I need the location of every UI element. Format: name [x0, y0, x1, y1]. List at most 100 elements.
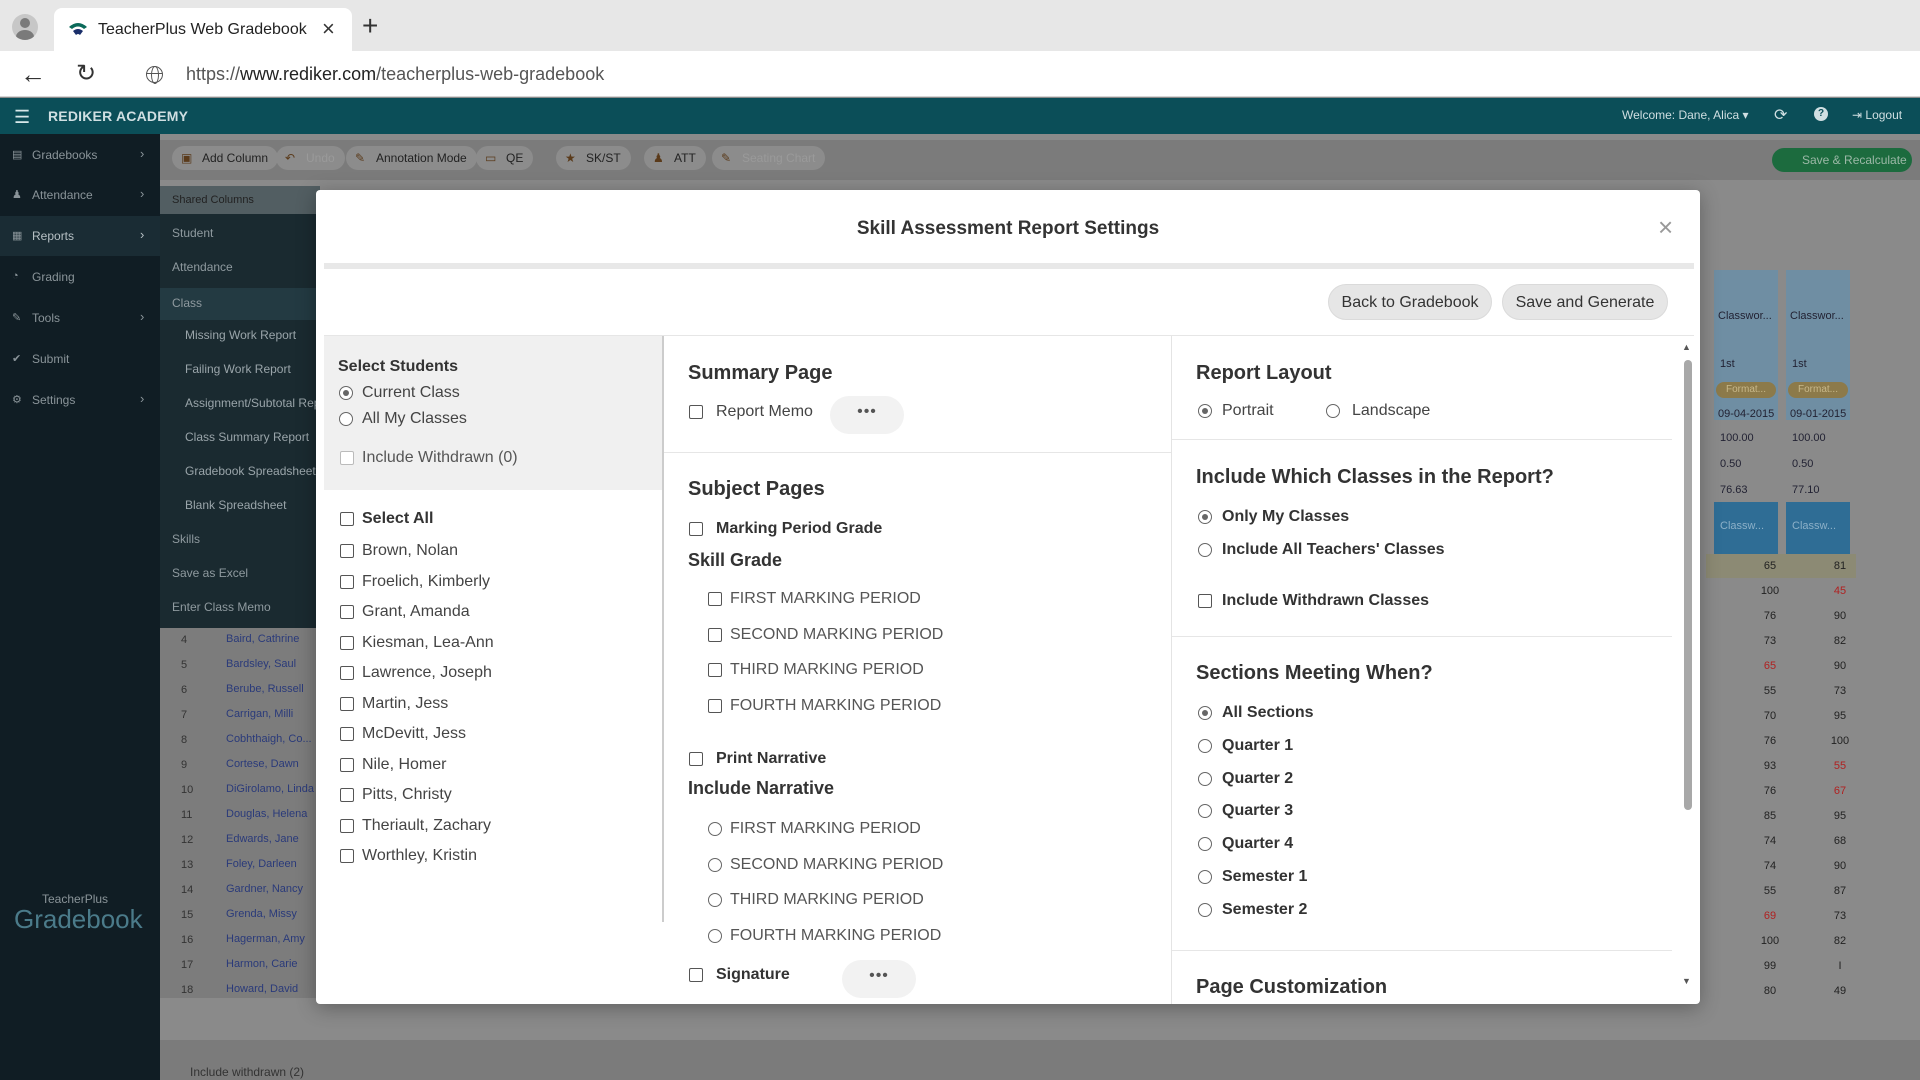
annotation-mode-button[interactable]: ✎ Annotation Mode — [346, 146, 477, 170]
student-checkbox[interactable] — [340, 849, 354, 863]
skill-period-checkbox[interactable] — [708, 592, 722, 606]
only-my-classes-radio[interactable] — [1198, 510, 1212, 524]
url-field[interactable]: https://www.rediker.com/teacherplus-web-… — [124, 56, 1914, 92]
grade-cell[interactable]: 76 — [1740, 610, 1800, 622]
report-blank-spreadsheet[interactable]: Blank Spreadsheet — [160, 498, 320, 512]
student-name-link[interactable]: Gardner, Nancy — [226, 883, 303, 895]
student-name-link[interactable]: Foley, Darleen — [226, 858, 297, 870]
grade-cell[interactable]: 87 — [1810, 885, 1870, 897]
student-name-link[interactable]: Grenda, Missy — [226, 908, 297, 920]
help-icon[interactable]: ? — [1814, 107, 1828, 121]
table-row[interactable]: 18 Howard, David — [176, 977, 320, 1002]
select-all-checkbox[interactable] — [340, 512, 354, 526]
scroll-down-arrow-icon[interactable]: ▼ — [1682, 976, 1691, 986]
student-checkbox[interactable] — [340, 788, 354, 802]
grade-cell[interactable]: 100 — [1740, 585, 1800, 597]
student-name-link[interactable]: DiGirolamo, Linda — [226, 783, 314, 795]
skill-period-checkbox[interactable] — [708, 698, 722, 713]
back-arrow-icon[interactable]: ← — [20, 59, 46, 90]
sidebar-item-gradebooks[interactable]: ▤ Gradebooks › — [0, 135, 160, 175]
grade-cell[interactable]: 76 — [1740, 785, 1800, 797]
section-radio[interactable] — [1198, 804, 1212, 819]
grade-cell[interactable]: 45 — [1810, 585, 1870, 597]
grade-cell[interactable]: 73 — [1740, 635, 1800, 647]
hamburger-menu-icon[interactable]: ☰ — [14, 107, 30, 128]
report-class-summary[interactable]: Class Summary Report — [160, 430, 320, 444]
att-button[interactable]: ♟ ATT — [644, 146, 706, 170]
refresh-icon[interactable]: ⟳ — [1774, 105, 1787, 125]
narrative-period-radio[interactable] — [708, 822, 722, 836]
student-name-link[interactable]: Edwards, Jane — [226, 833, 299, 845]
report-skills[interactable]: Skills — [160, 532, 320, 546]
table-row[interactable]: 9 Cortese, Dawn — [176, 752, 320, 777]
grade-cell[interactable]: 73 — [1810, 910, 1870, 922]
table-row[interactable]: 16 Hagerman, Amy — [176, 927, 320, 952]
narrative-period-radio[interactable] — [708, 893, 722, 907]
skst-button[interactable]: ★ SK/ST — [556, 146, 631, 170]
grade-cell[interactable]: 55 — [1740, 885, 1800, 897]
student-checkbox[interactable] — [340, 544, 354, 558]
seating-chart-button[interactable]: ✎ Seating Chart — [712, 146, 826, 170]
current-class-radio[interactable] — [339, 386, 353, 400]
sidebar-item-submit[interactable]: ✔ Submit — [0, 339, 160, 379]
section-radio[interactable] — [1198, 706, 1212, 720]
marking-period-grade-checkbox[interactable] — [689, 522, 703, 536]
student-name-link[interactable]: Baird, Cathrine — [226, 633, 299, 645]
new-tab-icon[interactable]: + — [362, 12, 378, 40]
qe-button[interactable]: ▭ QE — [476, 146, 534, 170]
grade-cell[interactable]: 100 — [1740, 935, 1800, 947]
section-radio[interactable] — [1198, 870, 1212, 884]
table-row[interactable]: 10 DiGirolamo, Linda — [176, 777, 320, 802]
scrollbar-thumb[interactable] — [1684, 360, 1692, 810]
student-checkbox[interactable] — [340, 666, 354, 680]
grade-cell[interactable]: 95 — [1810, 810, 1870, 822]
report-attendance[interactable]: Attendance — [160, 260, 320, 274]
grade-cell[interactable]: 73 — [1810, 685, 1870, 697]
section-radio[interactable] — [1198, 837, 1212, 852]
reload-icon[interactable]: ↻ — [76, 59, 96, 88]
all-my-classes-radio[interactable] — [339, 412, 353, 426]
table-row[interactable]: 5 Bardsley, Saul — [176, 652, 320, 677]
signature-checkbox[interactable] — [689, 968, 703, 982]
section-radio[interactable] — [1198, 738, 1212, 753]
welcome-user-menu[interactable]: Welcome: Dane, Alica ▾ — [1622, 108, 1749, 122]
student-name-link[interactable]: Harmon, Carie — [226, 958, 298, 970]
section-radio[interactable] — [1198, 902, 1212, 917]
table-row[interactable]: 14 Gardner, Nancy — [176, 877, 320, 902]
back-to-gradebook-button[interactable]: Back to Gradebook — [1328, 284, 1492, 320]
grade-cell[interactable]: 80 — [1740, 985, 1800, 997]
sidebar-item-grading[interactable]: ◔ Grading — [0, 257, 160, 297]
narrative-period-radio[interactable] — [708, 928, 722, 943]
student-checkbox[interactable] — [340, 757, 354, 772]
report-class[interactable]: Class — [160, 288, 320, 320]
table-row[interactable]: 17 Harmon, Carie — [176, 952, 320, 977]
grade-cell[interactable]: 85 — [1740, 810, 1800, 822]
sidebar-item-tools[interactable]: ✎ Tools › — [0, 298, 160, 338]
grade-cell[interactable]: I — [1810, 960, 1870, 972]
grade-cell[interactable]: 99 — [1740, 960, 1800, 972]
landscape-radio[interactable] — [1326, 404, 1340, 418]
include-withdrawn-checkbox[interactable] — [340, 451, 354, 465]
grade-cell[interactable]: 65 — [1740, 660, 1800, 672]
grade-cell[interactable]: 82 — [1810, 635, 1870, 647]
sidebar-item-attendance[interactable]: ♟ Attendance › — [0, 175, 160, 215]
grade-cell[interactable]: 95 — [1810, 710, 1870, 722]
signature-options-button[interactable]: ••• — [842, 960, 916, 998]
grade-cell[interactable]: 74 — [1740, 860, 1800, 872]
student-name-link[interactable]: Howard, David — [226, 983, 298, 995]
grade-cell[interactable]: 74 — [1740, 835, 1800, 847]
skill-period-checkbox[interactable] — [708, 627, 722, 642]
grade-cell[interactable]: 81 — [1810, 560, 1870, 572]
undo-button[interactable]: ↶ Undo — [276, 146, 345, 170]
report-save-excel[interactable]: Save as Excel — [160, 566, 320, 580]
save-recalculate-button[interactable]: Save & Recalculate — [1772, 148, 1912, 172]
student-checkbox[interactable] — [340, 727, 354, 741]
sidebar-item-settings[interactable]: ⚙ Settings › — [0, 380, 160, 420]
grade-cell[interactable]: 55 — [1740, 685, 1800, 697]
report-student[interactable]: Student — [160, 226, 320, 240]
grade-cell[interactable]: 69 — [1740, 910, 1800, 922]
grade-cell[interactable]: 76 — [1740, 735, 1800, 747]
report-memo-options-button[interactable]: ••• — [830, 396, 904, 434]
student-checkbox[interactable] — [340, 574, 354, 589]
report-class-memo[interactable]: Enter Class Memo — [160, 600, 320, 614]
